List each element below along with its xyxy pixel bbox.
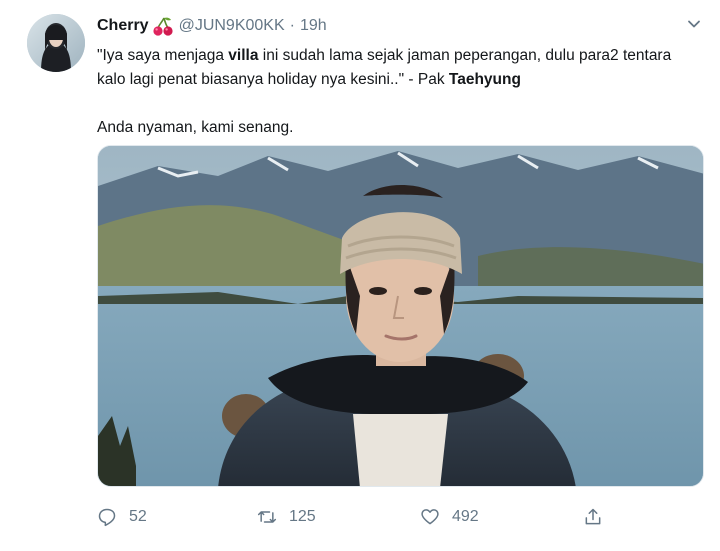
cherry-icon	[152, 17, 173, 36]
separator-dot: ·	[289, 17, 295, 34]
retweet-button[interactable]: 125	[257, 505, 316, 529]
reply-icon	[98, 508, 116, 527]
like-button[interactable]: 492	[420, 505, 479, 529]
timestamp[interactable]: 19h	[300, 17, 327, 35]
tweet-quote: "Iya saya menjaga villa ini sudah lama s…	[97, 44, 697, 92]
share-button[interactable]	[583, 505, 615, 529]
display-name[interactable]: Cherry	[97, 17, 149, 35]
tweet-second-line: Anda nyaman, kami senang.	[97, 119, 294, 136]
retweet-count: 125	[289, 508, 316, 525]
chevron-down-icon[interactable]	[686, 16, 702, 32]
tweet-text-bold-villa: villa	[228, 47, 259, 64]
retweet-icon	[257, 511, 277, 523]
tweet-media[interactable]	[97, 145, 704, 487]
reply-count: 52	[129, 508, 147, 525]
tweet[interactable]: Cherry @JUN9K00KK · 19h "Iya saya menjag…	[0, 0, 720, 551]
reply-button[interactable]: 52	[97, 505, 147, 529]
avatar[interactable]	[27, 14, 85, 72]
tweet-actions: 52 125 492	[97, 505, 617, 529]
avatar-image	[27, 14, 85, 72]
tweet-text-part: "Iya saya menjaga	[97, 47, 229, 64]
tweet-text: "Iya saya menjaga villa ini sudah lama s…	[97, 44, 697, 140]
media-photo	[98, 146, 703, 486]
share-icon	[585, 508, 601, 525]
tweet-header: Cherry @JUN9K00KK · 19h	[97, 15, 327, 37]
tweet-text-bold-name: Taehyung	[448, 71, 521, 88]
like-count: 492	[452, 508, 479, 525]
handle[interactable]: @JUN9K00KK	[179, 17, 285, 35]
heart-icon	[421, 509, 439, 525]
